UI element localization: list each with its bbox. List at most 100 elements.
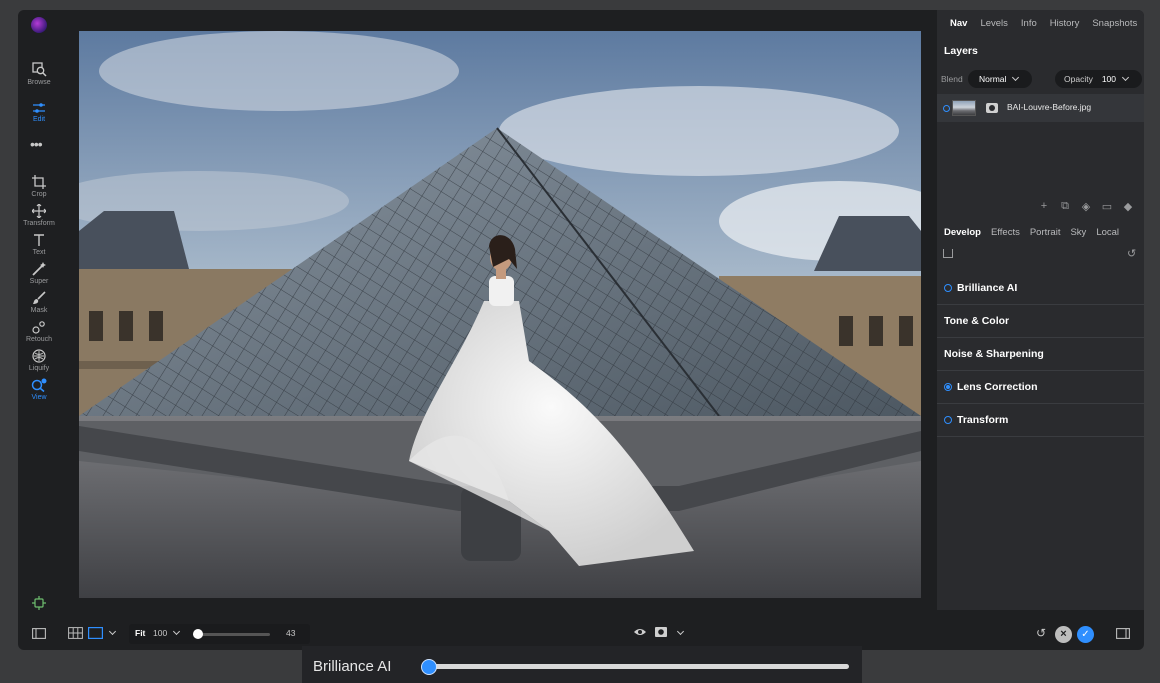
section-tone-color[interactable]: Tone & Color <box>937 305 1144 338</box>
chevron-down-icon[interactable] <box>676 626 685 636</box>
brilliance-ai-slider-handle[interactable] <box>421 659 437 675</box>
section-toggle-icon[interactable] <box>944 284 952 292</box>
left-toolbar: Browse Edit ••• Crop Transform Text Supe… <box>18 10 60 610</box>
right-panel: Nav Levels Info History Snapshots Layers… <box>937 10 1144 610</box>
tool-label: Mask <box>30 307 48 314</box>
layers-stack-icon[interactable]: ◆ <box>1122 200 1134 213</box>
blend-label: Blend <box>941 74 963 84</box>
tool-label: View <box>31 394 47 401</box>
section-noise-sharpening[interactable]: Noise & Sharpening <box>937 338 1144 371</box>
tab-levels[interactable]: Levels <box>974 18 1014 29</box>
preview-eye-icon[interactable] <box>633 627 647 639</box>
merge-layer-icon[interactable]: ▭ <box>1101 200 1113 213</box>
browse-icon <box>31 62 47 77</box>
undo-icon[interactable]: ↺ <box>1036 626 1046 640</box>
tool-edit[interactable]: Edit <box>18 102 60 123</box>
section-label: Brilliance AI <box>957 282 1018 294</box>
section-lens-correction[interactable]: Lens Correction <box>937 371 1144 404</box>
opacity-label: Opacity <box>1064 74 1093 84</box>
chevron-down-icon[interactable] <box>172 626 181 636</box>
layers-title: Layers <box>944 45 978 57</box>
brilliance-ai-slider[interactable] <box>429 664 849 669</box>
zoom-value[interactable]: 100 <box>153 628 167 638</box>
toggle-left-panel-icon[interactable] <box>32 628 46 641</box>
section-brilliance-ai[interactable]: Brilliance AI <box>937 272 1144 305</box>
app-logo <box>31 17 47 33</box>
section-toggle-icon[interactable] <box>944 383 952 391</box>
tool-label: Liquify <box>28 365 50 372</box>
blend-mode-select[interactable]: Normal <box>968 70 1032 88</box>
layer-row[interactable]: BAI-Louvre-Before.jpg <box>937 94 1144 122</box>
mask-view-icon[interactable] <box>655 627 667 639</box>
wand-icon <box>32 262 46 276</box>
tool-label: Transform <box>23 220 55 227</box>
app-window: Browse Edit ••• Crop Transform Text Supe… <box>18 10 1144 650</box>
layer-mask-icon[interactable] <box>986 103 998 113</box>
tool-text[interactable]: Text <box>18 233 60 256</box>
opacity-select[interactable]: Opacity 100 <box>1055 70 1142 88</box>
reset-icon[interactable]: ↺ <box>1127 247 1136 260</box>
chevron-down-icon <box>1121 73 1130 82</box>
zoom-slider-handle[interactable] <box>193 629 203 639</box>
tab-info[interactable]: Info <box>1015 18 1044 29</box>
tool-label: Retouch <box>25 336 53 343</box>
tab-sky[interactable]: Sky <box>1070 227 1096 238</box>
section-label: Transform <box>957 414 1009 426</box>
tab-develop[interactable]: Develop <box>944 227 991 238</box>
layer-thumbnail <box>952 100 976 116</box>
liquify-icon <box>32 349 46 363</box>
chevron-down-icon <box>1012 73 1020 82</box>
text-icon <box>34 234 44 246</box>
caption-label: Brilliance AI <box>313 658 392 675</box>
duplicate-layer-icon[interactable]: ⧉ <box>1059 200 1071 213</box>
tab-portrait[interactable]: Portrait <box>1030 227 1071 238</box>
add-layer-icon[interactable]: + <box>1038 200 1050 213</box>
presets-icon[interactable] <box>943 249 953 258</box>
photo-louvre-pyramid <box>79 31 921 598</box>
chevron-down-icon[interactable] <box>108 626 117 636</box>
photo-canvas[interactable] <box>79 31 921 598</box>
sync-icon[interactable] <box>32 596 46 615</box>
tool-view[interactable]: View <box>18 378 60 401</box>
tool-label: Super <box>29 278 49 285</box>
panel-tabs: Nav Levels Info History Snapshots <box>937 10 1144 36</box>
tool-crop[interactable]: Crop <box>18 175 60 198</box>
more-tools-icon[interactable]: ••• <box>30 136 43 152</box>
single-view-icon[interactable] <box>88 627 104 641</box>
tool-mask[interactable]: Mask <box>18 291 60 314</box>
zoom-slider-value: 43 <box>286 628 296 638</box>
tool-browse[interactable]: Browse <box>18 62 60 86</box>
tab-effects[interactable]: Effects <box>991 227 1030 238</box>
crop-icon <box>32 175 46 189</box>
tool-retouch[interactable]: Retouch <box>18 320 60 343</box>
grid-view-icon[interactable] <box>68 627 83 641</box>
zoom-slider[interactable] <box>194 633 270 636</box>
tool-super[interactable]: Super <box>18 262 60 285</box>
section-label: Lens Correction <box>957 381 1038 393</box>
tool-label: Edit <box>32 116 46 123</box>
tab-history[interactable]: History <box>1044 18 1087 29</box>
tool-label: Crop <box>31 191 47 198</box>
fill-layer-icon[interactable]: ◈ <box>1080 200 1092 213</box>
tab-snapshots[interactable]: Snapshots <box>1086 18 1144 29</box>
toggle-right-panel-icon[interactable] <box>1116 628 1130 641</box>
section-label: Noise & Sharpening <box>944 348 1044 360</box>
layer-name: BAI-Louvre-Before.jpg <box>1007 102 1092 112</box>
layer-visibility-icon[interactable] <box>943 105 950 112</box>
fit-button[interactable]: Fit <box>135 628 145 638</box>
layer-tools: + ⧉ ◈ ▭ ◆ <box>1038 200 1134 213</box>
opacity-value: 100 <box>1101 74 1117 84</box>
zoom-icon <box>31 378 47 392</box>
tool-liquify[interactable]: Liquify <box>18 349 60 372</box>
tool-label: Text <box>32 249 46 256</box>
section-toggle-icon[interactable] <box>944 416 952 424</box>
cancel-button[interactable]: × <box>1055 626 1072 643</box>
blend-mode-value: Normal <box>979 74 1007 84</box>
tab-local[interactable]: Local <box>1096 227 1129 238</box>
tab-nav[interactable]: Nav <box>944 18 974 29</box>
tool-transform[interactable]: Transform <box>18 204 60 227</box>
brilliance-ai-caption: Brilliance AI <box>302 646 862 683</box>
move-icon <box>32 204 46 218</box>
section-transform[interactable]: Transform <box>937 404 1144 437</box>
apply-button[interactable]: ✓ <box>1077 626 1094 643</box>
